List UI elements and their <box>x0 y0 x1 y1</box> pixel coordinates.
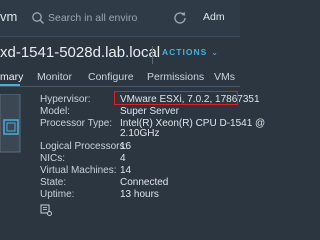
global-search-box[interactable] <box>28 8 166 28</box>
host-server-icon[interactable] <box>40 204 52 216</box>
actions-button[interactable]: ACTIONS ⌄ <box>162 47 219 63</box>
virtual-machines-value: 14 <box>120 165 132 176</box>
tab-vms[interactable]: VMs <box>214 71 235 83</box>
uptime-value: 13 hours <box>120 189 159 200</box>
processor-speed-value: 2.10GHz <box>120 128 160 139</box>
tab-monitor[interactable]: Monitor <box>37 71 72 83</box>
object-title-row: xd-1541-5028d.lab.local ACTIONS ⌄ <box>0 40 240 70</box>
processor-type-label: Processor Type: <box>40 118 113 129</box>
page-title: xd-1541-5028d.lab.local <box>0 44 161 61</box>
logical-processors-value: 16 <box>120 141 132 152</box>
title-divider <box>152 46 153 64</box>
refresh-icon[interactable] <box>172 10 188 26</box>
nics-value: 4 <box>120 153 126 164</box>
model-value: Super Server <box>120 106 179 117</box>
virtual-machines-label: Virtual Machines: <box>40 165 117 176</box>
state-value: Connected <box>120 177 169 188</box>
object-tabs: mary Monitor Configure Permissions VMs <box>0 70 240 87</box>
chevron-down-icon: ⌄ <box>211 48 219 57</box>
user-menu[interactable]: Adm <box>203 11 225 23</box>
tab-summary[interactable]: mary <box>0 71 23 83</box>
top-header-bar: vm Adm <box>0 0 240 37</box>
app-name[interactable]: vm <box>0 9 20 24</box>
nics-label: NICs: <box>40 153 65 164</box>
actions-label: ACTIONS <box>162 47 208 57</box>
hypervisor-label: Hypervisor: <box>40 94 91 105</box>
active-tab-indicator <box>0 84 20 86</box>
logical-processors-label: Logical Processors: <box>40 141 128 152</box>
hypervisor-highlight-box <box>114 91 238 105</box>
tab-permissions[interactable]: Permissions <box>147 71 204 83</box>
tab-configure[interactable]: Configure <box>88 71 134 83</box>
model-label: Model: <box>40 106 71 117</box>
search-input[interactable] <box>48 8 163 28</box>
vsphere-client-page: vm Adm xd-1541-5028d.lab.local ACTIONS⌄ … <box>0 0 265 240</box>
uptime-label: Uptime: <box>40 189 75 200</box>
state-label: State: <box>40 177 67 188</box>
search-icon <box>32 12 44 24</box>
host-image-icon <box>0 94 21 153</box>
